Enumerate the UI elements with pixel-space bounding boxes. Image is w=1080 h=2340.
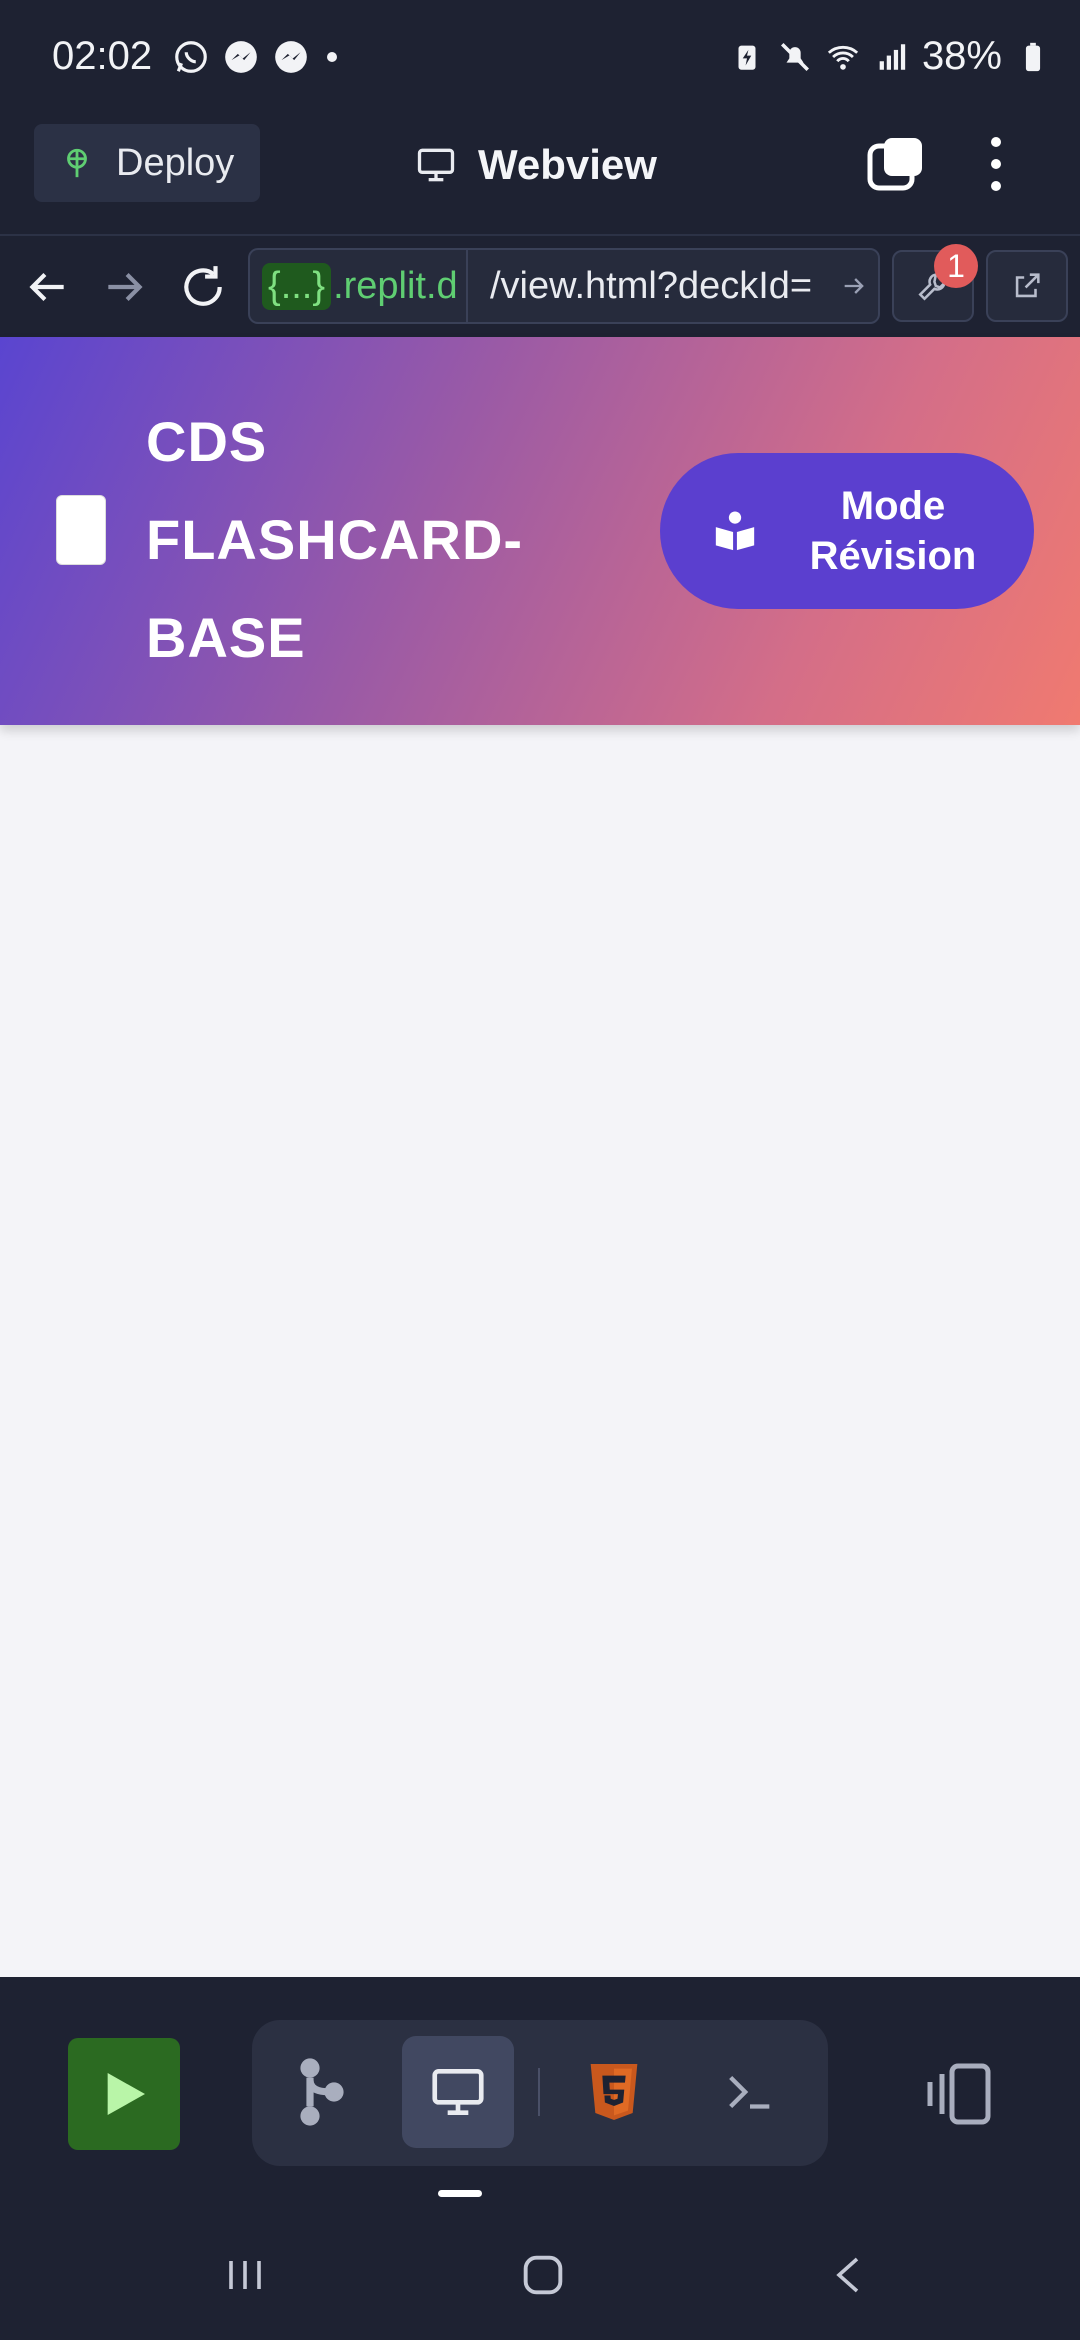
- tabs-icon[interactable]: [866, 134, 926, 194]
- back-chevron-icon: [836, 2257, 859, 2293]
- home-button[interactable]: [498, 2240, 588, 2310]
- back-button[interactable]: [804, 2240, 894, 2310]
- dot-icon: [327, 52, 337, 62]
- html-tool[interactable]: [558, 2036, 670, 2148]
- deploy-label: Deploy: [116, 141, 235, 184]
- deploy-button[interactable]: Deploy: [34, 124, 260, 202]
- deploy-icon: [67, 148, 87, 178]
- arrow-right-icon: [844, 278, 864, 294]
- recent-apps-icon: [229, 2261, 261, 2289]
- revision-line: Révision: [809, 534, 977, 578]
- battery-icon: [1025, 42, 1041, 71]
- toolbar-separator: [538, 2068, 540, 2116]
- url-host-chip: {...}: [262, 262, 332, 310]
- git-tool[interactable]: [266, 2036, 378, 2148]
- git-icon: [300, 2058, 344, 2126]
- external-link-icon: [1015, 273, 1040, 298]
- messenger-icon: [225, 41, 257, 73]
- pane-switcher: [252, 2020, 828, 2166]
- back-arrow-icon[interactable]: [22, 262, 72, 312]
- monitor-icon: [417, 148, 455, 182]
- battery-level: 38%: [921, 34, 1002, 78]
- shell-tool[interactable]: [694, 2036, 806, 2148]
- status-time: 02:02: [52, 34, 153, 78]
- app-header: 🃏 CDS FLASHCARD- BASE Mode Révision: [0, 337, 1080, 725]
- messenger-icon: [275, 41, 307, 73]
- open-new-tab-button[interactable]: [986, 250, 1068, 322]
- app-title-line: FLASHCARD-: [146, 508, 524, 571]
- play-icon: [107, 2073, 145, 2115]
- more-options-icon[interactable]: [984, 134, 1008, 194]
- url-host: {...} .replit.d: [250, 250, 468, 322]
- joker-card-icon: 🃏: [56, 495, 106, 565]
- mute-icon: [780, 42, 809, 71]
- wifi-icon: [827, 45, 859, 70]
- url-bar[interactable]: {...} .replit.d /view.html?deckId=: [248, 248, 880, 324]
- devtools-badge: 1: [934, 244, 978, 288]
- book-reader-icon: [715, 511, 755, 551]
- url-go-button[interactable]: [830, 250, 878, 322]
- revision-mode-button[interactable]: Mode Révision: [660, 453, 1034, 609]
- html5-icon: [590, 2064, 638, 2120]
- divider: [0, 234, 1080, 236]
- recent-apps-button[interactable]: [200, 2240, 290, 2310]
- app-title-line: CDS: [146, 410, 268, 473]
- app-title: CDS FLASHCARD- BASE: [146, 393, 526, 687]
- url-path-input[interactable]: /view.html?deckId=: [468, 250, 830, 322]
- home-icon: [523, 2255, 563, 2295]
- whatsapp-icon: [175, 41, 207, 73]
- signal-icon: [879, 43, 906, 70]
- forward-arrow-icon[interactable]: [100, 262, 150, 312]
- url-host-text: .replit.d: [333, 264, 458, 307]
- notification-icons: [172, 38, 342, 76]
- shell-icon: [729, 2075, 770, 2109]
- pane-title-text: Webview: [478, 141, 657, 188]
- devices-icon[interactable]: [920, 2062, 994, 2126]
- pane-title: Webview: [414, 136, 657, 194]
- webview-tool[interactable]: [402, 2036, 514, 2148]
- run-button[interactable]: [68, 2038, 180, 2150]
- webview-icon: [432, 2069, 484, 2115]
- battery-saver-icon: [738, 45, 756, 70]
- system-status-icons: 38%: [730, 34, 1050, 79]
- revision-mode-label: Mode Révision: [798, 481, 988, 581]
- webview-content: 🃏 CDS FLASHCARD- BASE Mode Révision: [0, 337, 1080, 1977]
- revision-line: Mode: [840, 484, 946, 528]
- reload-icon[interactable]: [178, 262, 228, 312]
- status-bar: 02:02 38%: [0, 0, 1080, 120]
- pane-indicator: [438, 2190, 482, 2197]
- app-title-line: BASE: [146, 606, 306, 669]
